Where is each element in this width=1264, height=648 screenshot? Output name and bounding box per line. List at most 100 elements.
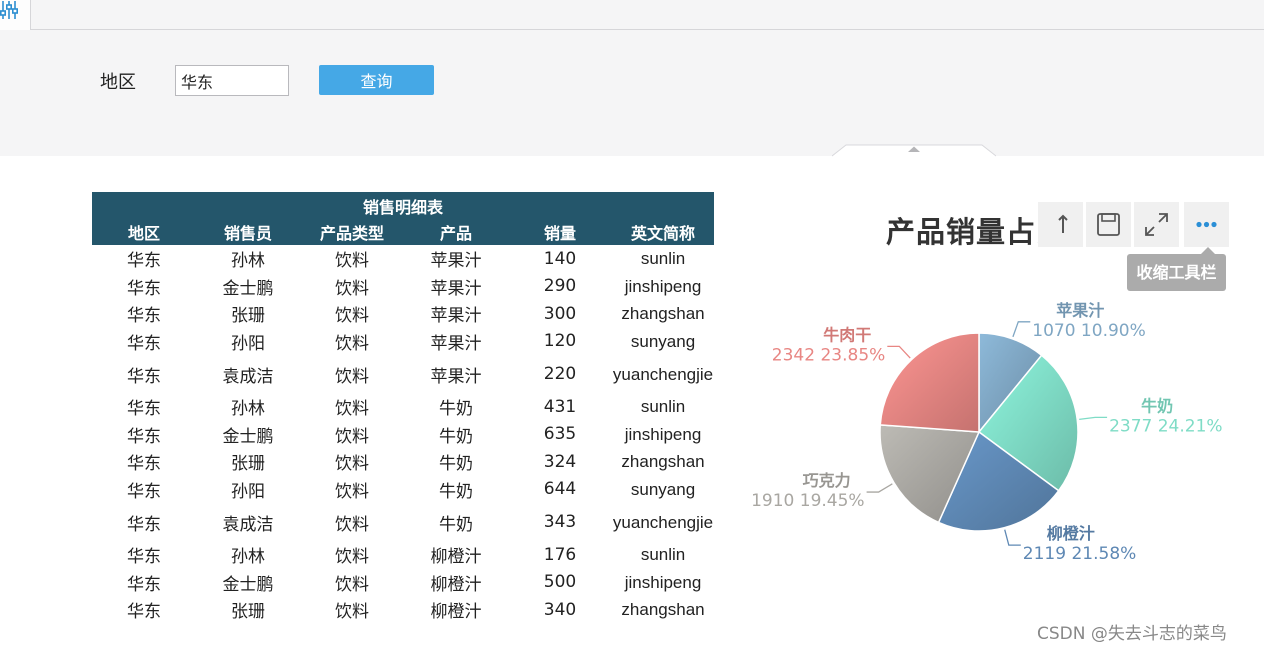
table-cell: 500 — [543, 572, 577, 593]
table-cell: 柳橙汁 — [430, 547, 482, 568]
table-cell: 孙林 — [231, 399, 265, 420]
table-cell: 华东 — [127, 602, 161, 623]
table-cell: jinshipeng — [624, 572, 702, 592]
table-cell: 340 — [543, 599, 577, 620]
table-row: 华东 孙林 饮料 苹果汁 140 sunlin — [92, 245, 714, 273]
table-cell: 华东 — [127, 251, 161, 272]
table-cell: 苹果汁 — [430, 306, 482, 327]
table-cell: 220 — [543, 364, 577, 384]
table-cell: 644 — [543, 479, 577, 500]
table-row: 华东 张珊 饮料 苹果汁 300 zhangshan — [92, 300, 714, 328]
table-cell: zhangshan — [621, 452, 705, 472]
pie-leader-line — [1012, 321, 1031, 338]
table-cell: 苹果汁 — [430, 278, 482, 299]
query-button[interactable]: 查询 — [319, 65, 434, 95]
table-cell: sunlin — [640, 397, 686, 417]
table-row: 华东 孙阳 饮料 苹果汁 120 sunyang — [92, 328, 714, 356]
watermark: CSDN @失去斗志的菜鸟 — [1037, 624, 1227, 644]
save-button[interactable] — [1086, 202, 1131, 247]
table-cell: 柳橙汁 — [430, 574, 482, 595]
table-row: 华东 孙林 饮料 牛奶 431 sunlin — [92, 393, 714, 421]
table-cell: 牛奶 — [439, 514, 473, 535]
table-cell: 华东 — [127, 454, 161, 475]
table-cell: 牛奶 — [439, 454, 473, 475]
table-cell: 饮料 — [335, 278, 369, 299]
table-cell: 牛奶 — [439, 426, 473, 447]
table-row: 华东 张珊 饮料 牛奶 324 zhangshan — [92, 448, 714, 476]
table-cell: 袁成洁 — [222, 366, 274, 387]
table-cell: 苹果汁 — [430, 251, 482, 272]
table-cell: 张珊 — [231, 602, 265, 623]
column-header: 销量 — [508, 219, 612, 245]
table-cell: 140 — [543, 248, 577, 269]
pie-label-value: 1910 19.45% — [751, 491, 865, 511]
expand-button[interactable] — [1134, 202, 1179, 247]
table-cell: zhangshan — [621, 304, 705, 324]
column-header: 英文简称 — [612, 219, 715, 245]
table-cell: 金士鹏 — [222, 278, 274, 299]
table-cell: 华东 — [127, 366, 161, 387]
table-cell: 120 — [543, 331, 577, 352]
table-cell: 饮料 — [335, 426, 369, 447]
table-body: 华东 孙林 饮料 苹果汁 140 sunlin 华东 金士鹏 饮料 苹果汁 290 jinshipen… — [92, 245, 714, 624]
table-cell: 柳橙汁 — [430, 602, 482, 623]
table-cell: 300 — [543, 303, 577, 324]
column-header: 产品类型 — [300, 219, 404, 245]
table-cell: 牛奶 — [439, 399, 473, 420]
pie-label-value: 2377 24.21% — [1109, 416, 1223, 436]
pie-slice[interactable] — [879, 332, 980, 433]
more-button[interactable] — [1184, 202, 1229, 247]
table-cell: 华东 — [127, 426, 161, 447]
table-cell: 324 — [543, 451, 577, 472]
table-row: 华东 金士鹏 饮料 柳橙汁 500 jinshipeng — [92, 569, 714, 597]
table-cell: 饮料 — [335, 399, 369, 420]
collapse-panel-handle[interactable] — [832, 144, 996, 157]
sliders-icon[interactable] — [0, 1, 22, 21]
pie-leader-line — [1004, 529, 1021, 546]
toolbar-tooltip: 收缩工具栏 — [1127, 254, 1226, 291]
table-cell: zhangshan — [621, 600, 705, 620]
table-cell: 饮料 — [335, 454, 369, 475]
table-cell: 饮料 — [335, 547, 369, 568]
table-cell: 金士鹏 — [222, 574, 274, 595]
table-cell: 饮料 — [335, 333, 369, 354]
table-cell: 饮料 — [335, 366, 369, 387]
pie-label-name: 牛肉干 — [823, 325, 871, 344]
table-cell: 饮料 — [335, 602, 369, 623]
top-toolbar — [0, 0, 1264, 30]
settings-tab[interactable] — [0, 0, 31, 30]
table-row: 华东 孙阳 饮料 牛奶 644 sunyang — [92, 476, 714, 504]
table-cell: 苹果汁 — [430, 366, 482, 387]
pie-label-name: 牛奶 — [1141, 396, 1173, 415]
sales-detail-table: 销售明细表 地区 销售员 产品类型 产品 销量 英文简称 华东 孙林 饮料 苹果汁 14… — [92, 192, 715, 624]
table-row: 华东 孙林 饮料 柳橙汁 176 sunlin — [92, 541, 714, 569]
pie-label-name: 苹果汁 — [1056, 301, 1104, 320]
refresh-icon — [1058, 214, 1068, 233]
save-icon — [1097, 213, 1120, 236]
table-row: 华东 袁成洁 饮料 苹果汁 220 yuanchengjie — [92, 355, 714, 393]
table-row: 华东 金士鹏 饮料 苹果汁 290 jinshipeng — [92, 273, 714, 301]
table-cell: 华东 — [127, 399, 161, 420]
table-cell: 华东 — [127, 481, 161, 502]
table-cell: 苹果汁 — [430, 333, 482, 354]
pie-label-name: 柳橙汁 — [1047, 524, 1095, 543]
table-cell: 290 — [543, 276, 577, 297]
pie-label-value: 2119 21.58% — [1023, 544, 1137, 564]
table-cell: 343 — [543, 512, 577, 532]
table-cell: 华东 — [127, 306, 161, 327]
table-cell: 饮料 — [335, 574, 369, 595]
table-cell: sunlin — [640, 249, 686, 269]
table-cell: 孙林 — [231, 547, 265, 568]
table-cell: sunyang — [630, 331, 696, 351]
region-input[interactable] — [175, 65, 289, 96]
pie-label-name: 巧克力 — [803, 471, 851, 490]
pie-chart: 苹果汁1070 10.90% 牛奶2377 24.21% 柳橙汁2119 21.58… — [751, 301, 1223, 564]
expand-icon — [1145, 213, 1168, 236]
tooltip-arrow — [1201, 247, 1215, 254]
table-cell: yuanchengjie — [612, 512, 714, 532]
pie-label-value: 2342 23.85% — [772, 345, 886, 365]
refresh-button[interactable] — [1038, 202, 1083, 247]
table-cell: 牛奶 — [439, 481, 473, 502]
table-cell: 金士鹏 — [222, 426, 274, 447]
parameter-panel: 地区 查询 — [0, 30, 1264, 156]
